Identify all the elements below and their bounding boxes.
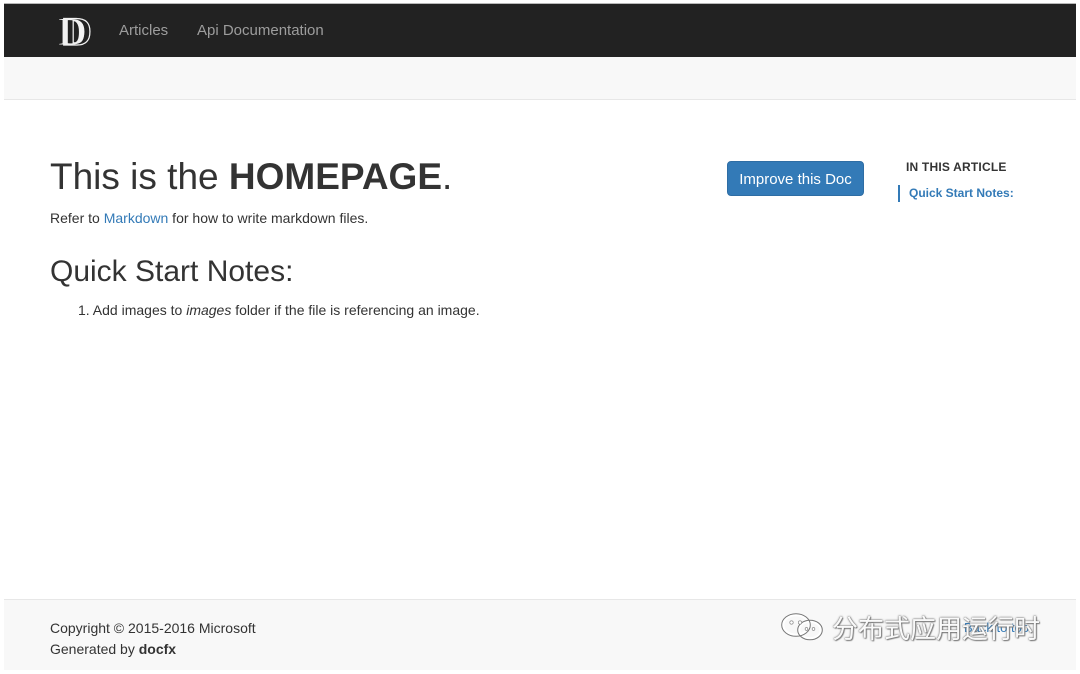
docfx-logo-icon[interactable]: D D [56, 12, 98, 50]
page-title: This is the HOMEPAGE. [50, 152, 452, 202]
quick-start-notes-list: 1. Add images to images folder if the fi… [78, 300, 480, 320]
markdown-link[interactable]: Markdown [104, 210, 169, 226]
generated-prefix: Generated by [50, 641, 139, 657]
page-footer: Copyright © 2015-2016 Microsoft Generate… [4, 599, 1076, 670]
page-title-emphasis: HOMEPAGE [228, 156, 443, 197]
nav-link-api-documentation[interactable]: Api Documentation [197, 22, 324, 39]
intro-paragraph: Refer to Markdown for how to write markd… [50, 208, 368, 228]
generated-tool: docfx [138, 641, 177, 657]
in-this-article-heading: IN THIS ARTICLE [906, 160, 1007, 174]
list-item: 1. Add images to images folder if the fi… [78, 300, 480, 320]
top-navbar: D D Articles Api Documentation [4, 3, 1076, 57]
page-title-suffix: . [442, 156, 453, 197]
intro-suffix: for how to write markdown files. [168, 210, 369, 226]
list-item-prefix: Add images to [89, 302, 187, 318]
list-item-suffix: folder if the file is referencing an ima… [231, 302, 480, 318]
svg-text:D: D [63, 12, 92, 50]
page-title-prefix: This is the [50, 156, 229, 197]
nav-link-articles[interactable]: Articles [119, 22, 168, 39]
section-heading-quick-start: Quick Start Notes: [50, 255, 294, 288]
breadcrumb-bar [4, 57, 1076, 100]
improve-this-doc-button[interactable]: Improve this Doc [727, 161, 864, 196]
affix-link-quick-start-notes[interactable]: Quick Start Notes: [898, 185, 1014, 202]
intro-prefix: Refer to [50, 210, 104, 226]
back-to-top-link[interactable]: Back to top [964, 620, 1029, 635]
browser-page: D D Articles Api Documentation This is t… [0, 0, 1080, 674]
copyright-text: Copyright © 2015-2016 Microsoft [50, 620, 256, 636]
list-item-number: 1. [78, 302, 90, 318]
generated-by-text: Generated by docfx [50, 639, 176, 659]
list-item-emphasis: images [186, 302, 232, 318]
